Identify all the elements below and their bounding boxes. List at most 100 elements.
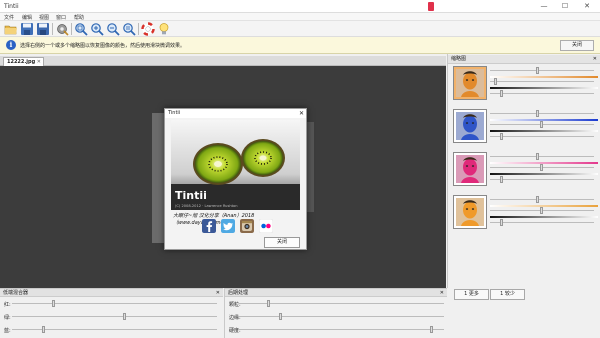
zoom-out-icon[interactable] — [106, 22, 120, 36]
slider-knob[interactable] — [500, 90, 503, 97]
notification-icon — [428, 2, 434, 11]
title-bar: Tintii — ☐ ✕ — [0, 0, 600, 13]
post-processing-title: 后期处理 — [228, 290, 249, 296]
tab-12222-jpg[interactable]: 12222.jpg ✕ — [3, 57, 44, 66]
slider-knob[interactable] — [536, 196, 539, 203]
info-bar: i 选择右侧的一个或多个缩略图以恢复图像的颜色，然后使用滑块微调效果。 关闭 — [0, 37, 600, 54]
slider-track — [490, 81, 594, 82]
zoom-actual-icon[interactable] — [122, 22, 136, 36]
tab-close-icon[interactable]: ✕ — [37, 58, 41, 66]
flickr-icon[interactable] — [259, 219, 273, 233]
slider-knob[interactable] — [494, 78, 497, 85]
slider-knob[interactable] — [536, 67, 539, 74]
value-slider[interactable] — [12, 300, 217, 307]
slider-track — [490, 70, 594, 71]
menu-bar: 文件 编辑 视图 窗口 帮助 — [0, 13, 600, 21]
thumbnail-slider[interactable] — [490, 133, 598, 140]
slider-knob[interactable] — [52, 300, 55, 307]
thumbnail-pink[interactable] — [453, 152, 487, 186]
menu-view[interactable]: 视图 — [39, 14, 49, 21]
thumbnail-slider[interactable] — [490, 121, 598, 128]
tips-icon[interactable] — [157, 22, 171, 36]
thumbnail-panel: 缩略图 ✕ 1 更多 1 较少 — [447, 54, 600, 300]
slider-knob[interactable] — [500, 176, 503, 183]
post-processing-panel: 后期处理 ✕ 颗粒: 边缘: 硬度: — [224, 288, 447, 338]
value-slider[interactable] — [239, 326, 444, 333]
settings-icon[interactable] — [55, 22, 69, 36]
slider-track — [490, 156, 594, 157]
twitter-icon[interactable] — [221, 219, 235, 233]
low-end-mixer-title: 低端混合器 — [3, 290, 29, 296]
value-slider[interactable] — [239, 313, 444, 320]
value-slider[interactable] — [12, 313, 217, 320]
slider-label: 绿: — [4, 315, 11, 321]
instagram-icon[interactable] — [240, 219, 254, 233]
slider-knob[interactable] — [536, 110, 539, 117]
tab-label: 12222.jpg — [7, 59, 36, 65]
slider-track — [490, 113, 594, 114]
thumbnail-gradient — [490, 173, 598, 175]
thumbnail-slider[interactable] — [490, 110, 598, 117]
thumbnail-slider[interactable] — [490, 78, 598, 85]
toolbar-separator — [71, 23, 72, 35]
slider-knob[interactable] — [267, 300, 270, 307]
slider-track — [490, 93, 594, 94]
thumbnail-slider[interactable] — [490, 219, 598, 226]
menu-edit[interactable]: 编辑 — [22, 14, 32, 21]
slider-knob[interactable] — [536, 153, 539, 160]
thumbnail-slider[interactable] — [490, 67, 598, 74]
thumbnail-orange[interactable] — [453, 66, 487, 100]
slider-knob[interactable] — [500, 133, 503, 140]
save-icon[interactable] — [20, 22, 34, 36]
about-close-button[interactable]: 关闭 — [264, 237, 300, 248]
slider-knob[interactable] — [540, 121, 543, 128]
open-icon[interactable] — [4, 22, 18, 36]
save-as-icon[interactable] — [36, 22, 50, 36]
maximize-button[interactable]: ☐ — [555, 0, 575, 13]
thumbnail-gradient — [490, 130, 598, 132]
thumbnail-slider[interactable] — [490, 153, 598, 160]
zoom-in-icon[interactable] — [90, 22, 104, 36]
facebook-icon[interactable] — [202, 219, 216, 233]
zoom-fit-icon[interactable] — [74, 22, 88, 36]
menu-file[interactable]: 文件 — [4, 14, 14, 21]
slider-knob[interactable] — [279, 313, 282, 320]
toolbar-separator — [138, 23, 139, 35]
more-button[interactable]: 1 更多 — [454, 289, 489, 300]
thumbnail-slider[interactable] — [490, 176, 598, 183]
thumbnail-gradient — [490, 76, 598, 78]
toolbar — [0, 21, 600, 37]
kiwi-photo: Tintii (C) 2008-2012 · Lawrence Rushton — [171, 120, 300, 210]
info-message: 选择右侧的一个或多个缩略图以恢复图像的颜色，然后使用滑块微调效果。 — [20, 43, 186, 49]
slider-knob[interactable] — [540, 164, 543, 171]
thumbnail-image — [456, 155, 484, 183]
value-slider[interactable] — [239, 300, 444, 307]
slider-knob[interactable] — [42, 326, 45, 333]
slider-knob[interactable] — [430, 326, 433, 333]
minimize-button[interactable]: — — [534, 0, 554, 13]
menu-help[interactable]: 帮助 — [74, 14, 84, 21]
info-close-button[interactable]: 关闭 — [560, 40, 594, 51]
thumbnail-slider[interactable] — [490, 164, 598, 171]
slider-track — [490, 199, 594, 200]
thumbnail-amber[interactable] — [453, 195, 487, 229]
thumbnail-slider[interactable] — [490, 207, 598, 214]
slider-knob[interactable] — [540, 207, 543, 214]
thumbnail-blue[interactable] — [453, 109, 487, 143]
thumbnail-slider[interactable] — [490, 196, 598, 203]
low-end-mixer-close-icon[interactable]: ✕ — [216, 289, 220, 297]
about-dialog: Tintii ✕ Tintii (C) 2008-2012 · Lawrence… — [164, 108, 307, 250]
help-icon[interactable] — [141, 22, 155, 36]
thumbnail-panel-close-icon[interactable]: ✕ — [593, 55, 597, 64]
close-window-button[interactable]: ✕ — [577, 0, 597, 13]
post-processing-close-icon[interactable]: ✕ — [440, 289, 444, 297]
fewer-button[interactable]: 1 较少 — [490, 289, 525, 300]
menu-window[interactable]: 窗口 — [56, 14, 66, 21]
value-slider[interactable] — [12, 326, 217, 333]
slider-knob[interactable] — [123, 313, 126, 320]
slider-track — [239, 329, 444, 330]
about-close-icon[interactable]: ✕ — [299, 109, 304, 118]
slider-knob[interactable] — [500, 219, 503, 226]
about-version: (C) 2008-2012 · Lawrence Rushton — [175, 204, 237, 208]
thumbnail-slider[interactable] — [490, 90, 598, 97]
